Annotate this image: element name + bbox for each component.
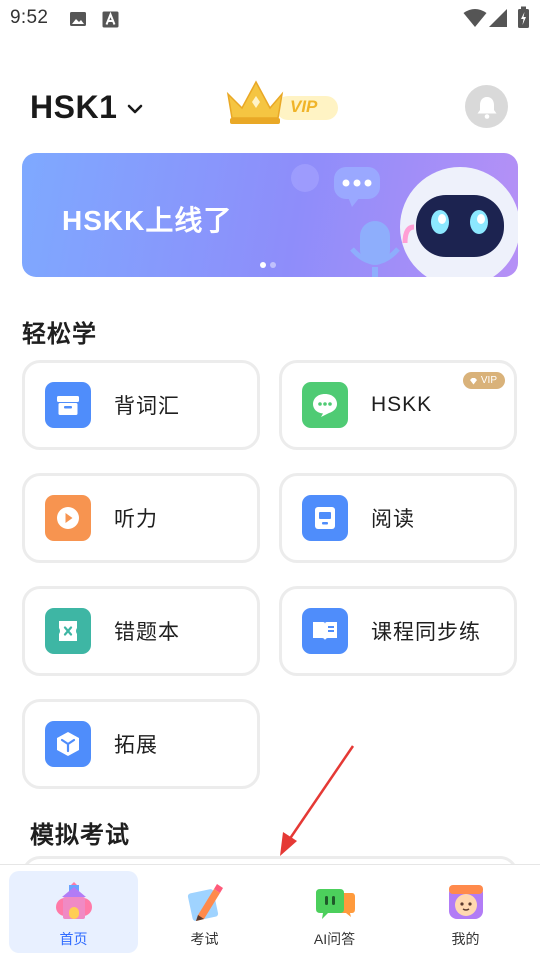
card-listening[interactable]: 听力 (22, 473, 260, 563)
crown-icon (226, 80, 338, 124)
ai-chat-icon (315, 889, 355, 919)
battery-charging-icon (518, 6, 529, 28)
card-course-practice[interactable]: 课程同步练 (279, 586, 517, 676)
card-label: 课程同步练 (371, 621, 481, 644)
vocab-box-icon (45, 382, 91, 428)
reader-icon (302, 495, 348, 541)
pagination-dot[interactable] (260, 262, 266, 268)
chat-bubble-icon (302, 382, 348, 428)
card-label: HSKK (371, 393, 433, 416)
error-book-icon (45, 608, 91, 654)
text-a-icon (102, 11, 119, 28)
card-label: 背词汇 (114, 395, 180, 418)
avatar[interactable] (465, 85, 508, 128)
profile-avatar-icon (448, 885, 483, 919)
card-label: 错题本 (114, 621, 180, 644)
card-extension[interactable]: 拓展 (22, 699, 260, 789)
pagination-dot[interactable] (270, 262, 276, 268)
open-book-icon (302, 608, 348, 654)
wifi-icon (463, 9, 487, 27)
image-icon (70, 12, 86, 26)
chevron-down-icon (128, 104, 143, 114)
nav-label: 我的 (451, 931, 480, 947)
card-reading[interactable]: 阅读 (279, 473, 517, 563)
nav-label: AI问答 (313, 931, 356, 947)
nav-item-home[interactable]: 首页 (9, 871, 138, 953)
card-label: 听力 (114, 508, 158, 531)
card-label: 拓展 (114, 734, 158, 757)
status-time: 9:52 (10, 7, 49, 28)
nav-label: 考试 (190, 931, 219, 947)
level-label: HSK1 (30, 88, 118, 125)
castle-home-icon (55, 882, 92, 919)
promo-banner[interactable]: HSKK上线了 (22, 153, 518, 277)
play-icon (45, 495, 91, 541)
vip-badge: VIP (462, 372, 505, 389)
nav-item-mine[interactable]: 我的 (401, 871, 530, 953)
nav-item-ai-qa[interactable]: AI问答 (270, 871, 399, 953)
banner-title: HSKK上线了 (62, 205, 233, 236)
cube-icon (45, 721, 91, 767)
card-label: 阅读 (371, 508, 415, 531)
section-title-easy-learn: 轻松学 (22, 321, 97, 348)
card-error-book[interactable]: 错题本 (22, 586, 260, 676)
banner-pagination (260, 262, 276, 268)
bell-icon (477, 96, 496, 119)
status-bar: 9:52 (0, 0, 540, 38)
level-selector[interactable]: HSK1 (30, 86, 143, 128)
signal-icon (489, 9, 507, 27)
robot-mascot-icon (291, 164, 518, 277)
card-vocabulary[interactable]: 背词汇 (22, 360, 260, 450)
diamond-icon (469, 377, 477, 384)
section-title-mock-exam: 模拟考试 (30, 822, 130, 849)
vip-label: VIP (290, 97, 318, 116)
vip-crown-button[interactable]: VIP (224, 78, 340, 128)
card-hskk[interactable]: HSKK VIP (279, 360, 517, 450)
nav-item-exam[interactable]: 考试 (140, 871, 269, 953)
bottom-nav: 首页 考试 AI问答 我的 (0, 864, 540, 960)
nav-label: 首页 (59, 931, 88, 947)
pencil-icon (187, 884, 223, 921)
vip-badge-label: VIP (480, 375, 497, 386)
